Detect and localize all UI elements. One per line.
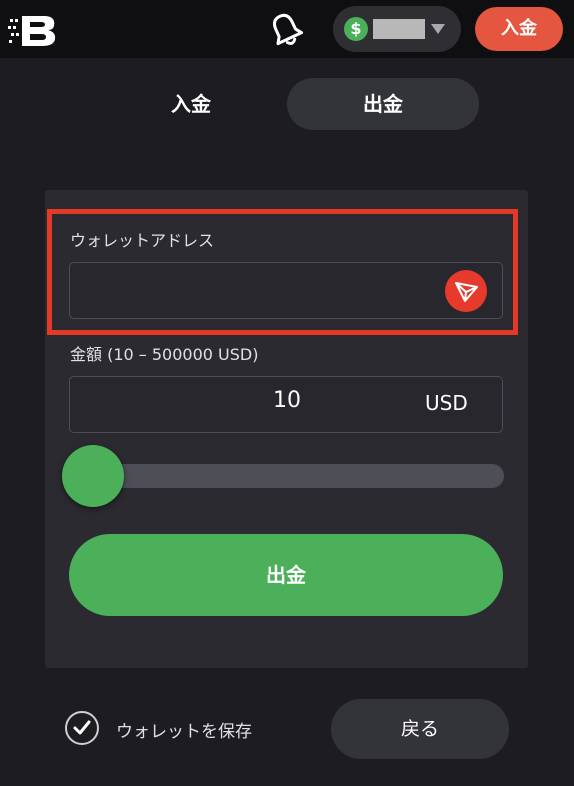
balance-dropdown[interactable]: $ <box>333 6 461 52</box>
amount-slider-track[interactable] <box>94 464 504 488</box>
tab-deposit[interactable]: 入金 <box>96 78 286 130</box>
back-button[interactable]: 戻る <box>331 699 509 759</box>
tab-withdraw[interactable]: 出金 <box>287 78 479 130</box>
brand-logo-icon[interactable] <box>8 10 60 50</box>
tron-icon[interactable] <box>445 270 487 312</box>
amount-value[interactable]: 10 <box>250 388 324 413</box>
amount-slider-thumb[interactable] <box>62 445 124 507</box>
tron-logo-icon <box>455 282 478 302</box>
wallet-address-label: ウォレットアドレス <box>70 231 215 250</box>
checkmark-icon <box>73 720 91 735</box>
amount-unit: USD <box>425 391 468 415</box>
top-header: $ 入金 <box>0 0 574 58</box>
save-wallet-label[interactable]: ウォレットを保存 <box>116 717 252 742</box>
balance-amount-redacted <box>373 19 425 39</box>
header-deposit-button[interactable]: 入金 <box>475 7 563 51</box>
dollar-icon: $ <box>344 17 368 41</box>
wallet-address-input[interactable] <box>69 262 503 319</box>
amount-label: 金額 (10 – 500000 USD) <box>70 345 259 364</box>
withdraw-submit-button[interactable]: 出金 <box>69 534 503 616</box>
chevron-down-icon <box>431 24 445 34</box>
save-wallet-checkbox[interactable] <box>65 711 99 745</box>
bell-icon[interactable] <box>266 10 306 50</box>
